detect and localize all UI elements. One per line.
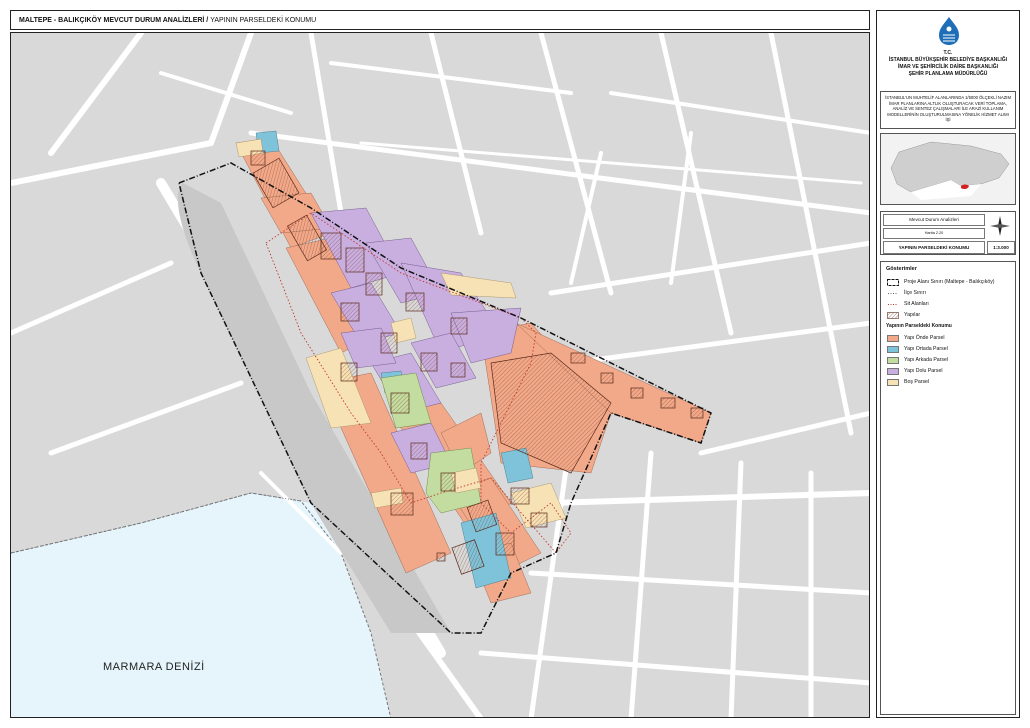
- side-panel: T.C. İSTANBUL BÜYÜKŞEHİR BELEDİYE BAŞKAN…: [876, 10, 1020, 718]
- legend-item-back: Yapı Arkada Parsel: [887, 356, 948, 364]
- sit-symbol-icon: [888, 303, 898, 305]
- north-arrow-icon: [990, 216, 1010, 236]
- locator-map-svg: [890, 141, 1010, 200]
- legend-item-project-boundary: Proje Alanı Sınırı (Maltepe - Balıkçıköy…: [887, 278, 995, 286]
- legend-label: Yapılar: [904, 312, 921, 318]
- institution-tc: T.C.: [943, 50, 953, 56]
- legend-label: Proje Alanı Sınırı (Maltepe - Balıkçıköy…: [904, 279, 995, 285]
- legend-item-middle: Yapı Ortada Parsel: [887, 345, 948, 353]
- legend-label: İlçe Sınırı: [904, 290, 926, 296]
- legend-label: Sit Alanları: [904, 301, 929, 307]
- legend-label: Yapı Dolu Parsel: [904, 368, 943, 374]
- legend-title: Gösterimler: [886, 266, 917, 272]
- legend-item-buildings: Yapılar: [887, 311, 920, 319]
- back-swatch: [887, 356, 899, 364]
- ibb-logo: [939, 17, 959, 45]
- institution-line3: ŞEHİR PLANLAMA MÜDÜRLÜĞÜ: [908, 71, 988, 77]
- project-description: İSTANBUL'UN MUHTELİF ALANLARINDA 1/5000 …: [880, 91, 1016, 129]
- front-swatch: [887, 334, 899, 342]
- legend-category-title: Yapının Parseldeki Konumu: [886, 323, 952, 329]
- map-canvas[interactable]: MARMARA DENİZİ: [10, 32, 870, 718]
- empty-swatch: [887, 378, 899, 386]
- sheet-map-no: Harita 2.20: [883, 228, 985, 239]
- legend-item-sit: Sit Alanları: [887, 300, 929, 308]
- map-title-bar: MALTEPE - BALIKÇIKÖY MEVCUT DURUM ANALİZ…: [10, 10, 870, 30]
- boundary-symbol-icon: [887, 278, 899, 286]
- institution-line2: İMAR VE ŞEHİRCİLİK DAİRE BAŞKANLIĞI: [897, 64, 998, 70]
- legend-label: Boş Parsel: [904, 379, 930, 385]
- legend: Gösterimler Proje Alanı Sınırı (Maltepe …: [880, 261, 1016, 715]
- sea-label: MARMARA DENİZİ: [103, 661, 205, 673]
- legend-item-empty: Boş Parsel: [887, 378, 929, 386]
- institution-line1: İSTANBUL BÜYÜKŞEHİR BELEDİYE BAŞKANLIĞI: [888, 57, 1008, 63]
- map-title: MALTEPE - BALIKÇIKÖY MEVCUT DURUM ANALİZ…: [19, 17, 209, 24]
- map-subtitle: YAPININ PARSELDEKİ KONUMU: [210, 17, 317, 24]
- district-symbol-icon: [888, 292, 898, 294]
- legend-label: Yapı Önde Parsel: [904, 335, 945, 341]
- hatch-symbol-icon: [887, 311, 899, 319]
- sheet-map-title: YAPININ PARSELDEKİ KONUMU: [883, 241, 985, 254]
- legend-item-district: İlçe Sınırı: [887, 289, 926, 297]
- legend-item-front: Yapı Önde Parsel: [887, 334, 945, 342]
- map-scale: 1:3.000: [987, 241, 1015, 254]
- locator-map: [880, 133, 1016, 205]
- legend-label: Yapı Arkada Parsel: [904, 357, 949, 363]
- full-swatch: [887, 367, 899, 375]
- sheet-info: Mevcut Durum Analizleri Harita 2.20 YAPI…: [880, 211, 1016, 255]
- map-svg: [11, 33, 869, 717]
- sheet-series: Mevcut Durum Analizleri: [883, 214, 985, 226]
- middle-swatch: [887, 345, 899, 353]
- legend-item-full: Yapı Dolu Parsel: [887, 367, 943, 375]
- legend-label: Yapı Ortada Parsel: [904, 346, 948, 352]
